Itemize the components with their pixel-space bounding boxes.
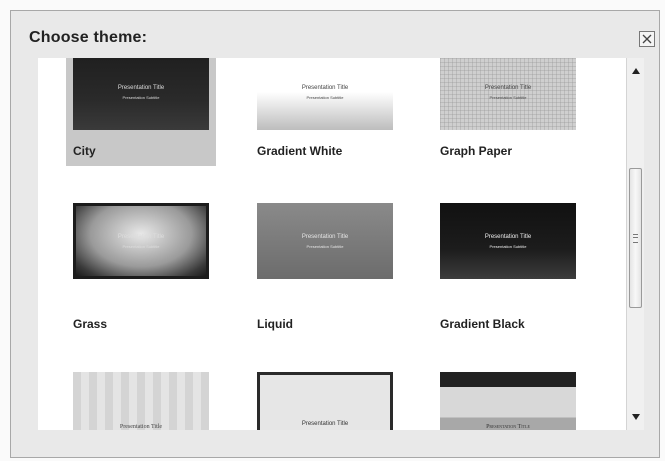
thumb-subtitle: Presentation Subtitle <box>489 243 527 249</box>
thumb-title: Presentation Title <box>117 233 165 240</box>
thumb-title: Presentation Title <box>486 424 530 430</box>
theme-thumbnail: Presentation Title <box>440 372 576 430</box>
theme-thumbnail: Presentation Title <box>257 372 393 430</box>
theme-thumbnail: Presentation Title Presentation Subtitle <box>440 203 576 279</box>
scroll-up-button[interactable] <box>627 62 644 80</box>
thumb-title: Presentation Title <box>301 233 349 240</box>
thumb-title: Presentation Title <box>301 84 349 91</box>
theme-tile-gradient-white[interactable]: Presentation Title Presentation Subtitle… <box>250 58 400 166</box>
thumb-title: Presentation Title <box>301 421 349 427</box>
theme-tile-stripes[interactable]: Presentation Title <box>66 372 216 430</box>
theme-tile-gradient-black[interactable]: Presentation Title Presentation Subtitle… <box>433 203 583 331</box>
thumb-subtitle: Presentation Subtitle <box>122 243 160 249</box>
theme-thumbnail: Presentation Title Presentation Subtitle <box>257 203 393 279</box>
thumb-subtitle: Presentation Subtitle <box>306 243 344 249</box>
theme-tile-grass[interactable]: Presentation Title Presentation Subtitle… <box>66 203 216 331</box>
dialog-title: Choose theme: <box>29 29 148 46</box>
theme-tile-city[interactable]: Presentation Title Presentation Subtitle… <box>66 58 216 166</box>
theme-label: Gradient White <box>257 144 343 158</box>
scroll-up-arrow-icon <box>631 68 640 74</box>
theme-label: Grass <box>73 317 108 331</box>
theme-tile-bordered[interactable]: Presentation Title <box>250 372 400 430</box>
theme-thumbnail: Presentation Title Presentation Subtitle <box>440 58 576 130</box>
thumb-title: Presentation Title <box>117 84 165 91</box>
theme-tile-small-caps[interactable]: Presentation Title <box>433 372 583 430</box>
theme-label: Gradient Black <box>440 317 525 331</box>
grip-icon <box>633 233 638 243</box>
theme-tile-liquid[interactable]: Presentation Title Presentation Subtitle… <box>250 203 400 331</box>
thumb-title: Presentation Title <box>484 233 532 240</box>
thumb-title: Presentation Title <box>119 424 163 430</box>
theme-thumbnail: Presentation Title Presentation Subtitle <box>73 203 209 279</box>
theme-label: Graph Paper <box>440 144 513 158</box>
close-button[interactable] <box>639 31 655 47</box>
theme-label: City <box>73 144 96 158</box>
theme-thumbnail: Presentation Title Presentation Subtitle <box>73 58 209 130</box>
thumb-subtitle: Presentation Subtitle <box>122 94 160 100</box>
scroll-down-button[interactable] <box>627 408 644 426</box>
theme-tile-graph-paper[interactable]: Presentation Title Presentation Subtitle… <box>433 58 583 166</box>
theme-thumbnail: Presentation Title Presentation Subtitle <box>257 58 393 130</box>
theme-grid: Presentation Title Presentation Subtitle… <box>38 58 628 430</box>
theme-thumbnail: Presentation Title <box>73 372 209 430</box>
theme-label: Liquid <box>257 317 293 331</box>
scrollbar-thumb[interactable] <box>629 168 642 308</box>
close-icon <box>642 34 652 44</box>
thumb-subtitle: Presentation Subtitle <box>306 94 344 100</box>
vertical-scrollbar[interactable] <box>626 58 644 430</box>
thumb-subtitle: Presentation Subtitle <box>489 94 527 100</box>
thumb-title: Presentation Title <box>484 84 532 91</box>
scroll-down-arrow-icon <box>631 414 640 420</box>
